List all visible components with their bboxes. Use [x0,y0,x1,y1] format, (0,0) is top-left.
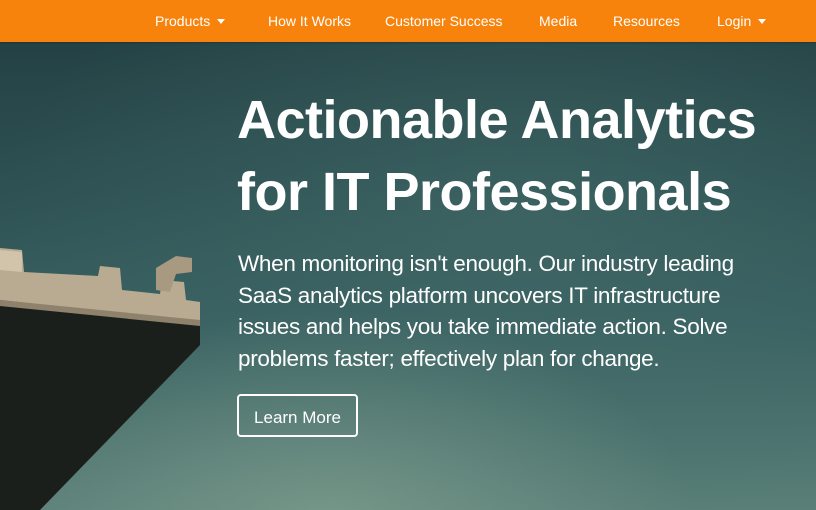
hero-description: When monitoring isn't enough. Our indust… [238,248,798,374]
hero-headline-line-2: for IT Professionals [237,162,732,222]
nav-customer-success-link[interactable]: Customer Success [385,0,502,42]
hero-description-line-4: problems faster; effectively plan for ch… [238,345,660,371]
nav-products-label: Products [155,13,211,29]
chevron-down-icon [758,18,767,24]
nav-resources-link[interactable]: Resources [613,0,680,42]
hero-headline-line-1: Actionable Analytics [237,90,757,150]
learn-more-button[interactable]: Learn More [237,394,358,437]
nav-products-menu[interactable]: Products [155,0,226,42]
hero-description-line-2: SaaS analytics platform uncovers IT infr… [238,282,721,308]
hero-description-line-1: When monitoring isn't enough. Our indust… [238,251,734,276]
top-navigation-bar: Products How It Works Customer Success M… [0,0,816,42]
nav-login-menu[interactable]: Login [717,0,767,42]
nav-how-it-works-link[interactable]: How It Works [268,0,351,42]
hero-description-line-3: issues and helps you take immediate acti… [238,314,728,339]
nav-media-link[interactable]: Media [539,0,577,42]
hero-headline: Actionable Analytics for IT Professional… [237,84,807,228]
chevron-down-icon [217,18,226,24]
nav-login-label: Login [717,13,752,29]
